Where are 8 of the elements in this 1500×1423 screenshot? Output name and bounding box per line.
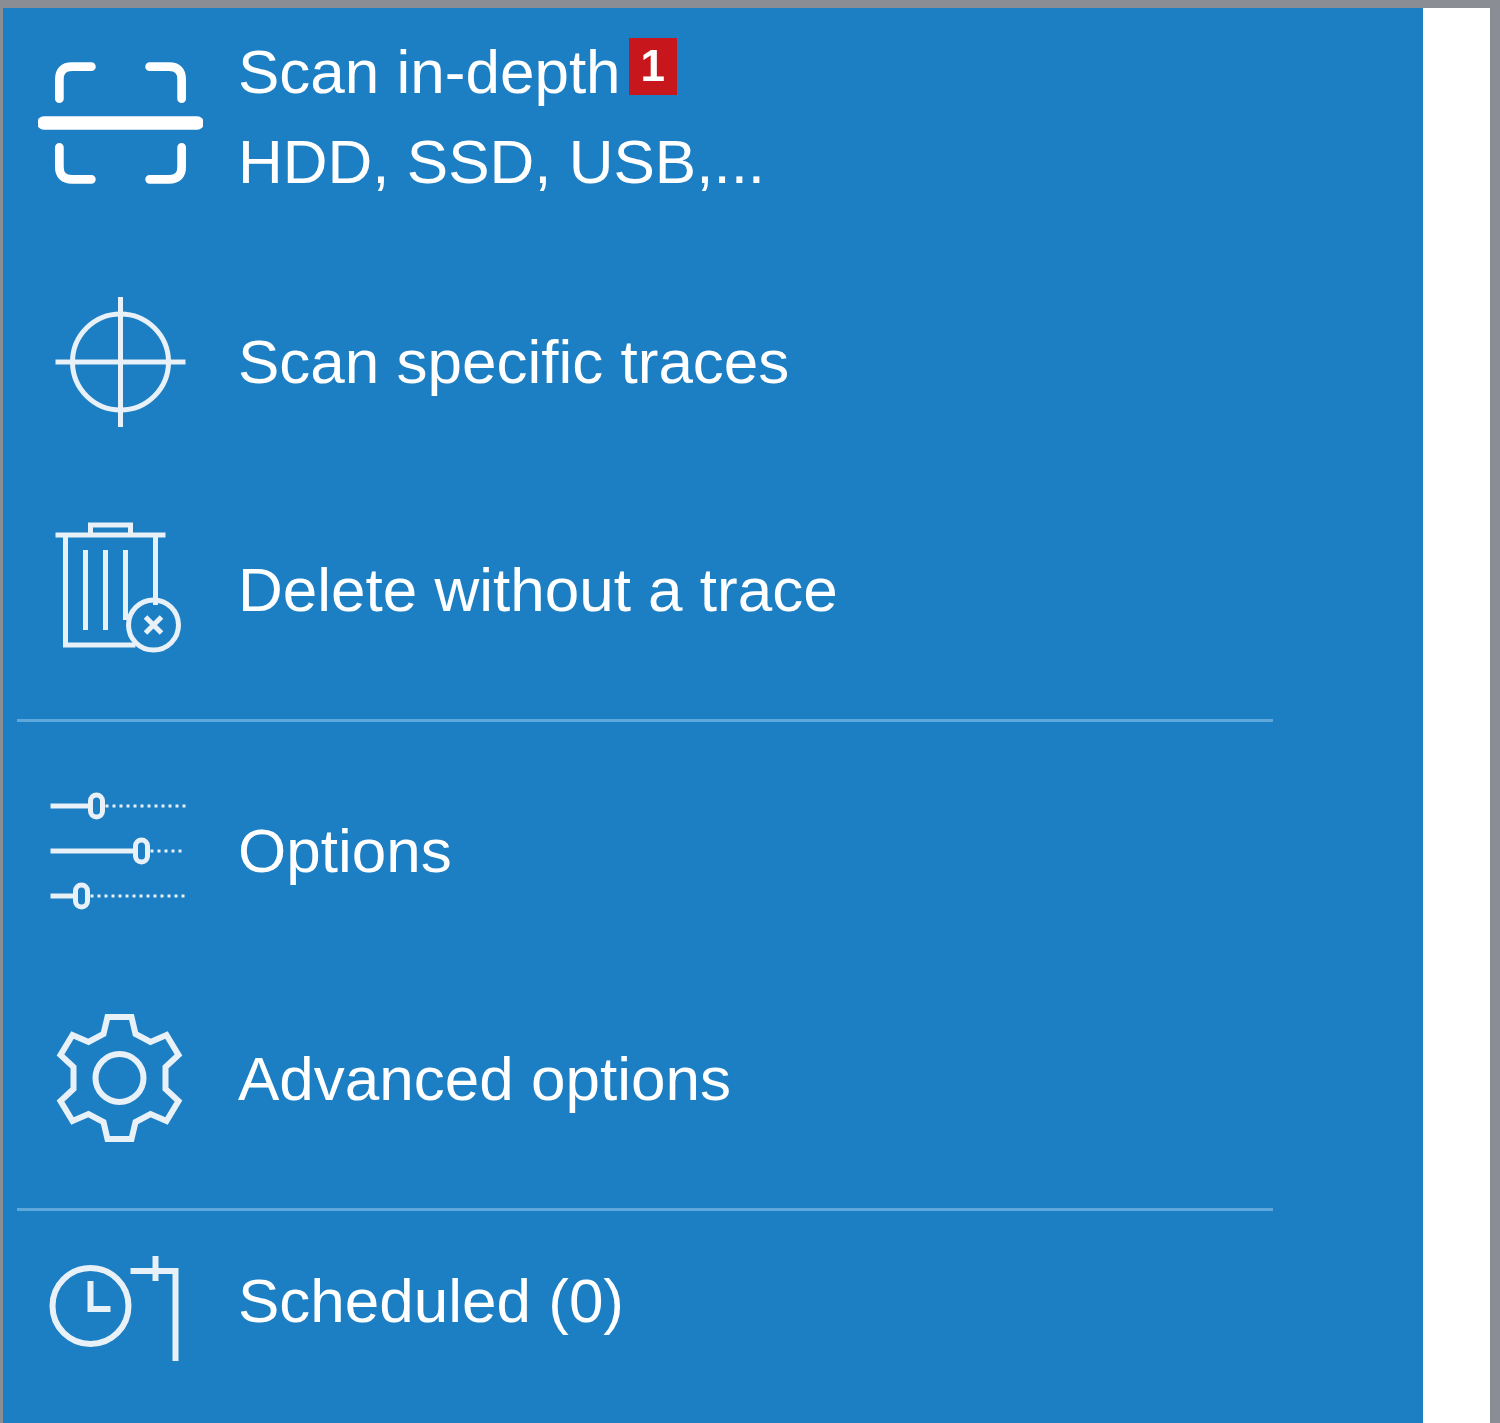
count-badge: 1 [628,38,678,95]
menu-item-label[interactable]: Scan in-depth [238,38,621,107]
menu-item-label[interactable]: Delete without a trace [238,555,838,625]
menu-item-label[interactable]: Advanced options [238,1044,731,1114]
menu-item-label[interactable]: Options [238,816,452,886]
menu-item-label[interactable]: Scan specific traces [238,327,790,397]
menu-item-subtitle: HDD, SSD, USB,... [238,128,766,197]
menu-item-label[interactable]: Scheduled (0) [238,1266,625,1336]
